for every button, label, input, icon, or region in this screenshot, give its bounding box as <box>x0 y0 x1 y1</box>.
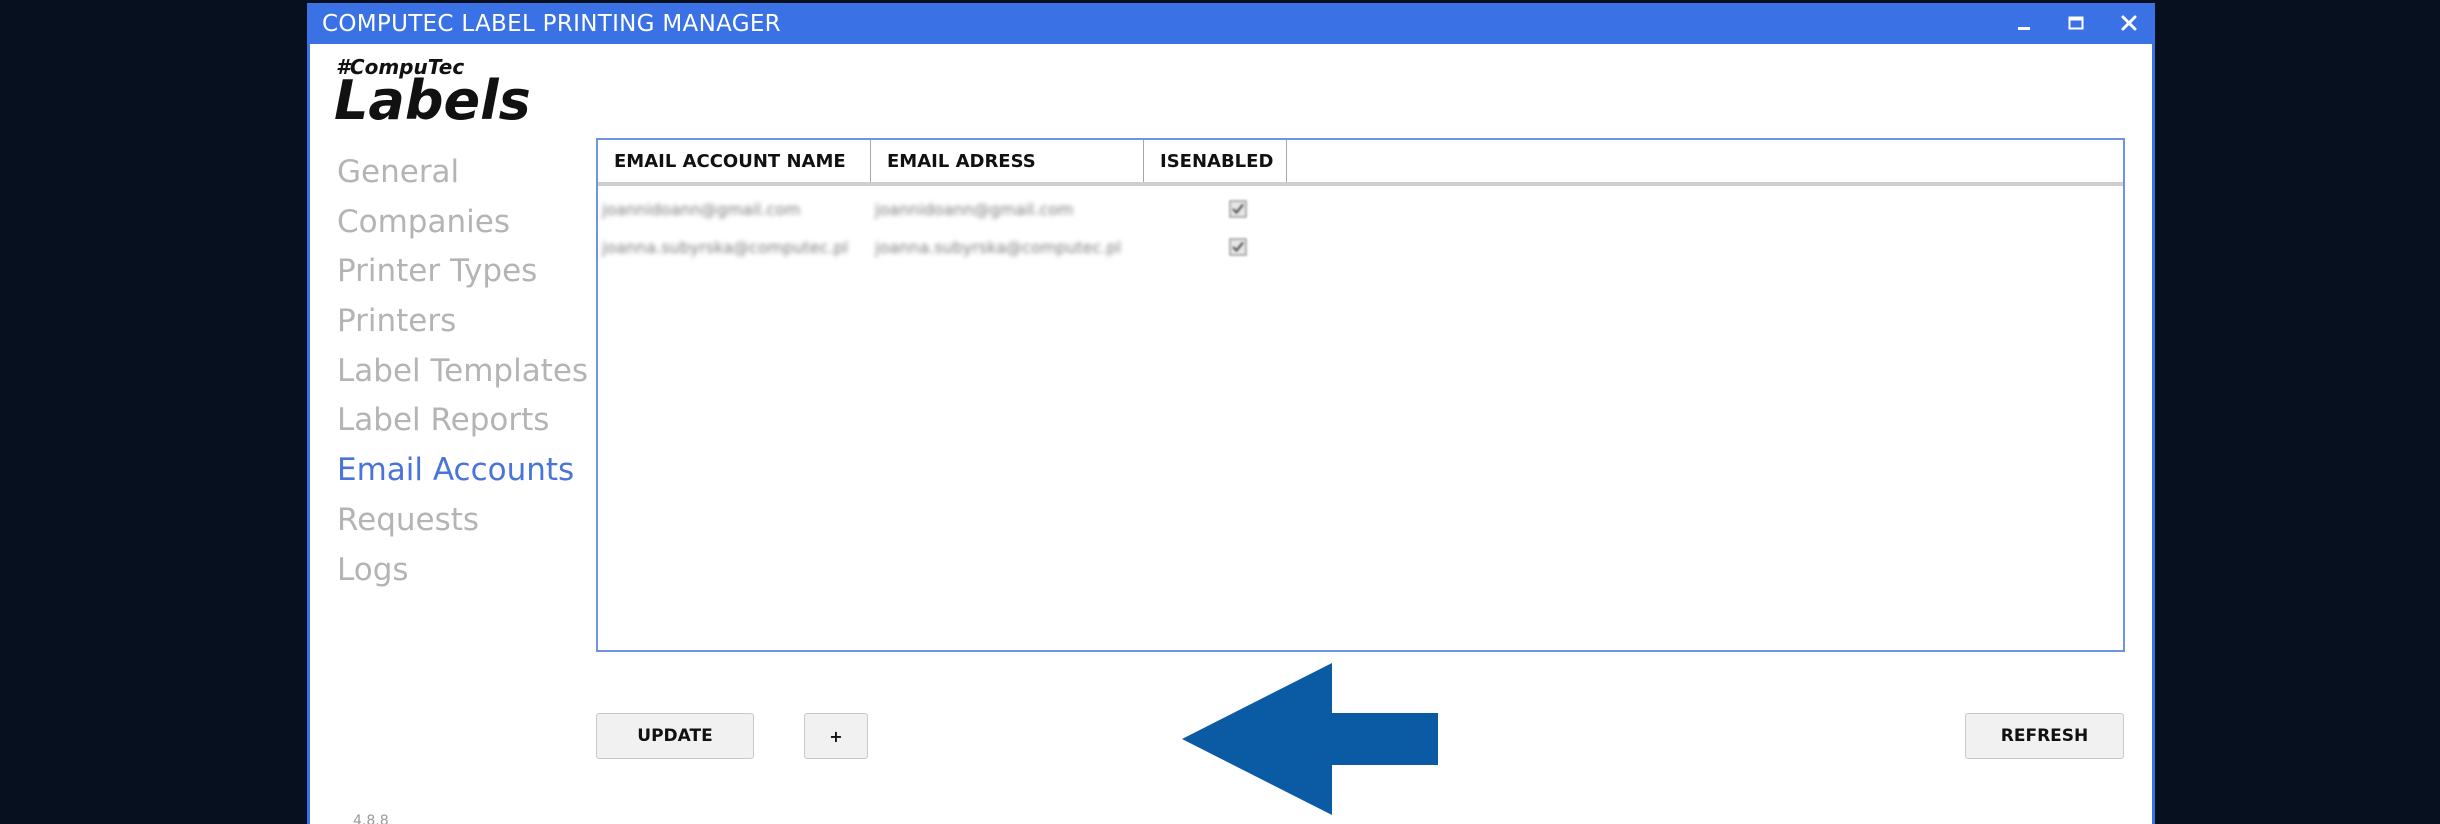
sidebar-nav: General Companies Printer Types Printers… <box>337 148 597 595</box>
nav-item-email-accounts[interactable]: Email Accounts <box>337 446 597 496</box>
window-title: COMPUTEC LABEL PRINTING MANAGER <box>322 11 781 37</box>
checked-checkbox-icon[interactable] <box>1228 238 1247 256</box>
table-row[interactable]: joannidoann@gmail.com joannidoann@gmail.… <box>598 190 2123 228</box>
nav-item-label-reports[interactable]: Label Reports <box>337 396 597 446</box>
grid-header: EMAIL ACCOUNT NAME EMAIL ADRESS ISENABLE… <box>598 140 2123 186</box>
close-icon <box>2121 15 2137 31</box>
logo-title-text: Labels <box>334 69 531 132</box>
nav-item-printers[interactable]: Printers <box>337 297 597 347</box>
pointer-arrow-icon <box>1182 663 1438 815</box>
nav-item-companies[interactable]: Companies <box>337 198 597 248</box>
minimize-icon <box>2018 27 2030 30</box>
maximize-icon <box>2068 16 2084 30</box>
column-header-isenabled[interactable]: ISENABLED <box>1144 140 1287 182</box>
checked-checkbox-icon[interactable] <box>1228 200 1247 218</box>
nav-item-label-templates[interactable]: Label Templates <box>337 347 597 397</box>
refresh-button[interactable]: REFRESH <box>1965 713 2124 759</box>
cell-isenabled[interactable] <box>1144 238 1287 256</box>
table-row[interactable]: joanna.subyrska@computec.pl joanna.subyr… <box>598 228 2123 266</box>
nav-item-general[interactable]: General <box>337 148 597 198</box>
version-label: 4.8.8 <box>353 813 389 824</box>
add-button[interactable]: + <box>804 713 868 759</box>
nav-item-printer-types[interactable]: Printer Types <box>337 247 597 297</box>
email-accounts-grid[interactable]: EMAIL ACCOUNT NAME EMAIL ADRESS ISENABLE… <box>596 138 2125 652</box>
close-button[interactable] <box>2113 9 2145 37</box>
nav-item-logs[interactable]: Logs <box>337 546 597 596</box>
cell-isenabled[interactable] <box>1144 200 1287 218</box>
maximize-button[interactable] <box>2060 9 2092 37</box>
cell-email-address[interactable]: joannidoann@gmail.com <box>871 200 1144 219</box>
minimize-button[interactable] <box>2008 9 2040 37</box>
nav-item-requests[interactable]: Requests <box>337 496 597 546</box>
app-logo: #CompuTec Labels <box>334 53 536 132</box>
cell-account-name[interactable]: joannidoann@gmail.com <box>598 200 871 219</box>
column-header-email-account-name[interactable]: EMAIL ACCOUNT NAME <box>598 140 871 182</box>
column-header-email-address[interactable]: EMAIL ADRESS <box>871 140 1144 182</box>
cell-email-address[interactable]: joanna.subyrska@computec.pl <box>871 238 1144 257</box>
app-window: COMPUTEC LABEL PRINTING MANAGER #CompuTe… <box>307 3 2155 824</box>
update-button[interactable]: UPDATE <box>596 713 754 759</box>
cell-account-name[interactable]: joanna.subyrska@computec.pl <box>598 238 871 257</box>
title-bar[interactable]: COMPUTEC LABEL PRINTING MANAGER <box>310 3 2152 44</box>
